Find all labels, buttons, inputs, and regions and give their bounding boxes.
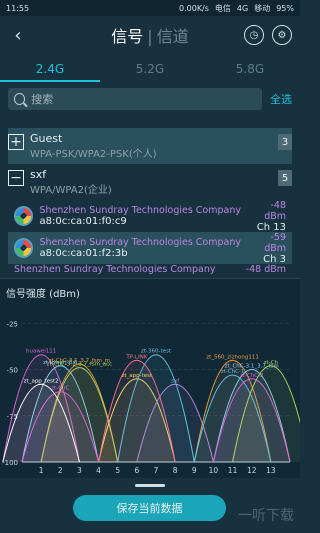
- x-tick-label: 3: [77, 466, 82, 475]
- back-arrow-icon[interactable]: ‹: [8, 25, 28, 46]
- group-security: WPA/WPA2(企业): [30, 185, 112, 196]
- network-list: + Guest WPA-PSK/WPA2-PSK(个人) 3 − sxf WPA…: [0, 116, 300, 276]
- x-tick-label: 5: [115, 466, 120, 475]
- y-tick-label: -50: [7, 367, 18, 375]
- status-bar: 11:55 0.00K/s 电信 4G 移动 95%: [0, 0, 300, 16]
- group-guest[interactable]: + Guest WPA-PSK/WPA2-PSK(个人) 3: [8, 128, 292, 164]
- status-network-1: 4G: [236, 3, 249, 13]
- series-label: zt-Ch: [264, 360, 279, 366]
- ap-signal: -59 dBm: [264, 231, 286, 254]
- ap-mac: a8:0c:ca:01:f0:c9: [39, 216, 127, 227]
- search-input[interactable]: [31, 92, 256, 106]
- y-tick-label: -25: [7, 320, 18, 328]
- ap-vendor: Shenzhen Sundray Technologies Company: [14, 264, 216, 275]
- clock-icon[interactable]: ◷: [244, 25, 264, 45]
- x-tick-label: 12: [247, 466, 257, 475]
- settings-icon[interactable]: ⚙: [272, 25, 292, 45]
- search-icon: [14, 93, 26, 105]
- group-count: 3: [278, 134, 292, 150]
- ap-row[interactable]: Shenzhen Sundray Technologies Company a8…: [8, 231, 292, 265]
- ap-row[interactable]: Shenzhen Sundray Technologies Company a8…: [8, 199, 292, 233]
- ap-signal: -48 dBm: [245, 264, 286, 275]
- x-tick-label: 2: [58, 466, 63, 475]
- ap-vendor: Shenzhen Sundray Technologies Company: [39, 205, 241, 216]
- status-battery: 95%: [276, 3, 294, 13]
- series-label: huawei111: [26, 349, 56, 355]
- band-tabs: 2.4G 5.2G 5.8G: [0, 54, 300, 82]
- x-tick-label: 9: [192, 466, 197, 475]
- status-carrier-2: 移动: [254, 3, 271, 13]
- vendor-logo-icon: [14, 206, 34, 226]
- search-box[interactable]: [8, 88, 262, 110]
- x-tick-label: 7: [154, 466, 159, 475]
- top-bar: ‹ 信号 | 信道 ◷ ⚙: [0, 16, 300, 54]
- group-sxf[interactable]: − sxf WPA/WPA2(企业) 5: [8, 164, 292, 200]
- status-carrier-1: 电信: [214, 3, 231, 13]
- title-signal: 信号: [111, 27, 144, 46]
- watermark: 一听下载: [238, 508, 294, 524]
- collapse-minus-icon[interactable]: −: [8, 170, 24, 186]
- x-tick-label: 10: [209, 466, 219, 475]
- save-data-button[interactable]: 保存当前数据: [73, 495, 226, 521]
- tab-5.2g[interactable]: 5.2G: [100, 62, 200, 82]
- ap-vendor: Shenzhen Sundray Technologies Company: [39, 237, 241, 248]
- list-item-cut: [8, 116, 292, 128]
- x-tick-label: 1: [39, 466, 44, 475]
- ap-signal: -48 dBm: [264, 199, 286, 222]
- group-name: sxf: [30, 168, 47, 181]
- group-count: 5: [278, 170, 292, 186]
- signal-chart: 信号强度 (dBm) -25 -50 -75 -100 1 2 3 4 5 6 7 8 9 10 11 12 1…: [0, 278, 310, 478]
- title-divider: |: [147, 27, 153, 46]
- tab-5.8g[interactable]: 5.8G: [200, 62, 300, 82]
- series-label: TP-LINK: [125, 354, 147, 360]
- status-speed: 0.00K/s: [179, 3, 209, 13]
- scroll-indicator: [135, 484, 165, 487]
- x-tick-label: 13: [266, 466, 276, 475]
- expand-plus-icon[interactable]: +: [8, 134, 24, 150]
- select-all-button[interactable]: 全选: [270, 91, 292, 107]
- active-tab-indicator: [0, 80, 100, 82]
- series-label: zt-ChC: [51, 386, 69, 392]
- top-actions: ◷ ⚙: [244, 25, 292, 45]
- x-tick-label: 4: [96, 466, 101, 475]
- series-label: zt-ChC-3.1_3.7_fsm_acc: [47, 362, 113, 368]
- search-row: 全选: [0, 82, 300, 116]
- vendor-logo-icon: [14, 238, 34, 258]
- group-name: Guest: [30, 132, 63, 145]
- ap-mac: a8:0c:ca:01:f2:3b: [39, 248, 128, 259]
- signal-strength-chart: -25-50-75-1001 2 3 4 5 6 7 8 9 10 11 12 13huawei111z…: [2, 320, 310, 475]
- status-indicators: 0.00K/s 电信 4G 移动 95%: [179, 3, 294, 14]
- x-tick-label: 6: [134, 466, 139, 475]
- tab-channel[interactable]: 信道: [157, 27, 189, 46]
- status-time: 11:55: [6, 3, 30, 13]
- x-tick-label: 11: [228, 466, 238, 475]
- series-label: zt_app_test2: [24, 378, 59, 384]
- x-tick-label: 8: [173, 466, 178, 475]
- group-security: WPA-PSK/WPA2-PSK(个人): [30, 149, 157, 160]
- series-label: zt_560_zizhong111: [206, 354, 259, 360]
- ap-channel: Ch 3: [263, 253, 286, 265]
- ap-row[interactable]: Shenzhen Sundray Technologies Company -4…: [8, 264, 292, 276]
- chart-title: 信号强度 (dBm): [6, 289, 80, 300]
- tab-2.4g[interactable]: 2.4G: [0, 62, 100, 82]
